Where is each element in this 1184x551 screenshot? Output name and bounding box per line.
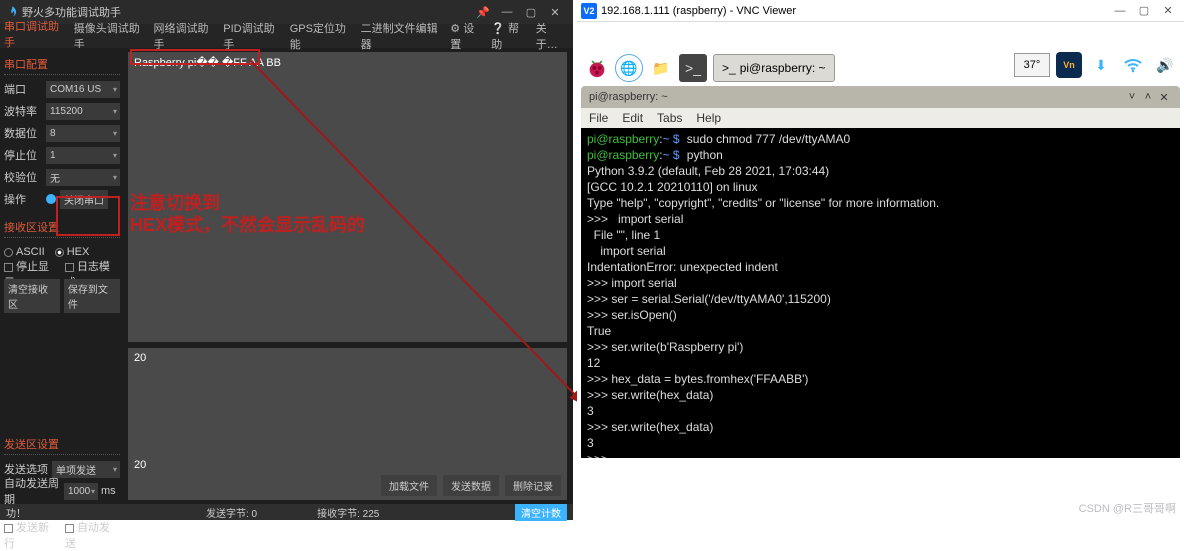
- ascii-radio[interactable]: ASCII: [4, 246, 45, 258]
- load-file-button[interactable]: 加载文件: [381, 475, 437, 496]
- maximize-button[interactable]: ▢: [519, 2, 543, 22]
- annotation-text: 注意切换到HEX模式，不然会显示乱码的: [130, 192, 365, 236]
- clear-recv-button[interactable]: 清空接收区: [4, 279, 60, 313]
- menu-tabs[interactable]: Tabs: [657, 111, 682, 125]
- status-led-icon: [46, 194, 56, 204]
- baud-select[interactable]: 115200: [46, 103, 120, 120]
- annotation-box-recv: [130, 49, 260, 65]
- ms-label: ms: [101, 485, 116, 497]
- statusbar: 功！ 发送字节: 0 接收字节: 225 清空计数: [0, 504, 573, 520]
- status-ok: 功！: [6, 505, 26, 520]
- baud-label: 波特率: [4, 103, 46, 119]
- section-send: 发送区设置: [4, 436, 120, 455]
- sidebar: 串口配置 端口COM16 US 波特率115200 数据位8 停止位1 校验位无…: [0, 48, 124, 504]
- globe-icon[interactable]: 🌐: [615, 54, 643, 82]
- sendmode-select[interactable]: 单项发送: [52, 461, 120, 478]
- terminal-tab-button[interactable]: >_pi@raspberry: ~: [713, 54, 835, 82]
- status-rx: 接收字节: 225: [317, 505, 379, 520]
- close-button[interactable]: ✕: [543, 2, 567, 22]
- hex-radio[interactable]: HEX: [55, 246, 90, 258]
- terminal-titlebar: pi@raspberry: ~ ˅ ˄ ✕: [581, 86, 1180, 108]
- terminal-menu: File Edit Tabs Help: [581, 108, 1180, 128]
- data-label: 数据位: [4, 125, 46, 141]
- vnc-minimize[interactable]: —: [1108, 1, 1132, 21]
- vnc-tray-icon[interactable]: Vn: [1056, 52, 1082, 78]
- newline-checkbox[interactable]: 发送新行: [4, 519, 59, 551]
- download-icon[interactable]: ⬇: [1088, 52, 1114, 78]
- save-file-button[interactable]: 保存到文件: [64, 279, 120, 313]
- auto-checkbox[interactable]: 自动发送: [65, 519, 120, 551]
- vnc-logo-icon: V2: [581, 3, 597, 19]
- stop-select[interactable]: 1: [46, 147, 120, 164]
- clear-count-button[interactable]: 清空计数: [515, 504, 567, 521]
- fire-debug-app: 野火多功能调试助手 📌 — ▢ ✕ 串口调试助手 摄像头调试助手 网络调试助手 …: [0, 0, 573, 520]
- terminal-icon[interactable]: >_: [679, 54, 707, 82]
- op-label: 操作: [4, 191, 46, 207]
- port-label: 端口: [4, 81, 46, 97]
- term-max[interactable]: ˄: [1140, 91, 1156, 103]
- main-tabs: 串口调试助手 摄像头调试助手 网络调试助手 PID调试助手 GPS定位功能 二进…: [0, 24, 573, 48]
- term-min[interactable]: ˅: [1124, 91, 1140, 103]
- temperature[interactable]: 37°: [1014, 53, 1050, 77]
- menu-help[interactable]: Help: [696, 111, 721, 125]
- vnc-titlebar: V2 192.168.1.111 (raspberry) - VNC Viewe…: [577, 0, 1184, 22]
- period-label: 自动发送周期: [4, 475, 64, 507]
- send-area[interactable]: 20 20 加载文件 发送数据 删除记录: [128, 348, 567, 500]
- minimize-button[interactable]: —: [495, 2, 519, 22]
- annotation-box-hex: [56, 196, 120, 236]
- flame-icon: [6, 6, 18, 18]
- send-top-text: 20: [134, 352, 561, 364]
- term-close[interactable]: ✕: [1156, 91, 1172, 104]
- period-input[interactable]: 1000: [64, 483, 98, 500]
- vnc-viewer: V2 192.168.1.111 (raspberry) - VNC Viewe…: [577, 0, 1184, 520]
- wifi-icon[interactable]: [1120, 52, 1146, 78]
- raspberry-icon[interactable]: [583, 54, 611, 82]
- menu-edit[interactable]: Edit: [622, 111, 643, 125]
- vnc-close[interactable]: ✕: [1156, 1, 1180, 21]
- system-tray: 37° Vn ⬇ 🔊: [1014, 52, 1178, 78]
- status-tx: 发送字节: 0: [206, 505, 257, 520]
- send-bottom-text: 20: [134, 459, 561, 471]
- vnc-title-text: 192.168.1.111 (raspberry) - VNC Viewer: [601, 5, 796, 17]
- parity-select[interactable]: 无: [46, 169, 120, 186]
- main-area: Raspberry pi�� �FF AA BB 20 20 加载文件 发送数据…: [124, 48, 573, 504]
- data-select[interactable]: 8: [46, 125, 120, 142]
- stop-label: 停止位: [4, 147, 46, 163]
- terminal-title-text: pi@raspberry: ~: [589, 91, 668, 103]
- menu-file[interactable]: File: [589, 111, 608, 125]
- files-icon[interactable]: 📁: [647, 54, 675, 82]
- parity-label: 校验位: [4, 169, 46, 185]
- terminal-output[interactable]: pi@raspberry:~ $ sudo chmod 777 /dev/tty…: [581, 128, 1180, 458]
- section-serial: 串口配置: [4, 56, 120, 75]
- send-data-button[interactable]: 发送数据: [443, 475, 499, 496]
- vnc-maximize[interactable]: ▢: [1132, 1, 1156, 21]
- watermark: CSDN @R三哥哥啊: [1079, 500, 1176, 516]
- clear-log-button[interactable]: 删除记录: [505, 475, 561, 496]
- port-select[interactable]: COM16 US: [46, 81, 120, 98]
- pin-icon[interactable]: 📌: [471, 2, 495, 22]
- volume-icon[interactable]: 🔊: [1152, 52, 1178, 78]
